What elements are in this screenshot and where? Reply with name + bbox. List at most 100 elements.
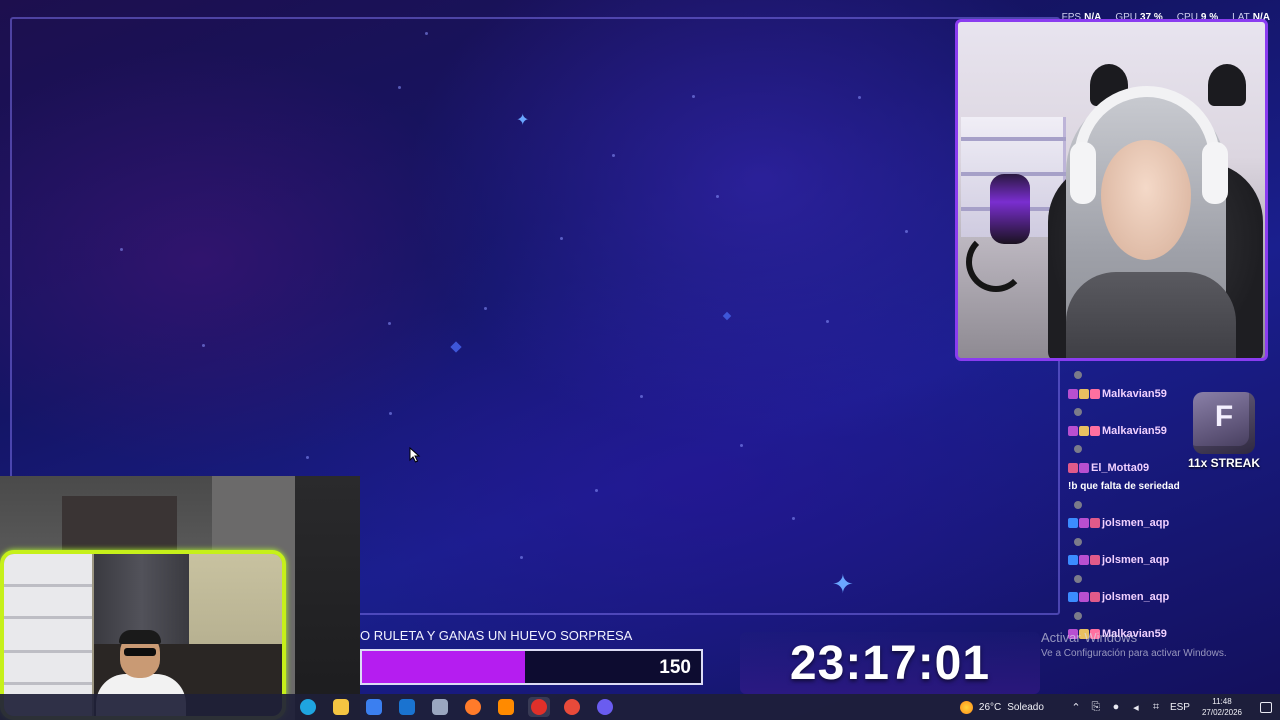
photos-icon[interactable]: [429, 697, 451, 717]
clock[interactable]: 11:48 27/02/2026: [1202, 696, 1242, 718]
weather-widget[interactable]: 26°C Soleado: [959, 700, 1044, 714]
chat-username: Malkavian59: [1102, 424, 1167, 437]
streak-widget: F 11x STREAK: [1186, 392, 1262, 470]
streak-label: 11x STREAK: [1187, 456, 1261, 470]
chat-message: !b que falta de seriedad: [1068, 480, 1180, 492]
taskbar-apps: [297, 697, 616, 717]
watermark-title: Activar Windows: [1041, 630, 1138, 645]
chat-username-line: jolsmen_aqp: [1068, 551, 1208, 570]
star: [858, 96, 861, 99]
sparkle-icon: ✦: [832, 569, 854, 599]
store-icon-glyph: [366, 699, 382, 715]
badge-icon: [1079, 388, 1089, 399]
language-indicator[interactable]: ESP: [1170, 702, 1190, 713]
chat-badges: [1068, 462, 1089, 473]
star: [640, 395, 643, 398]
chat-badges: [1068, 592, 1100, 603]
star: [389, 412, 392, 415]
chat-username: jolsmen_aqp: [1102, 517, 1170, 530]
sunglasses: [124, 648, 156, 656]
chat-badges: [1068, 388, 1100, 399]
vlc-icon[interactable]: [495, 697, 517, 717]
badge-icon: [1079, 518, 1089, 529]
badge-icon: [1079, 592, 1089, 603]
notification-icon[interactable]: [1260, 701, 1272, 713]
star: [202, 344, 205, 347]
star: [595, 489, 598, 492]
goal-progress-bar: 150: [360, 649, 703, 685]
weather-condition: Soleado: [1007, 701, 1044, 713]
badge-icon: [1090, 555, 1100, 566]
chat-username: jolsmen_aqp: [1102, 591, 1170, 604]
windows-taskbar: 26°C Soleado ⌃ ⎘ ● ◂ ⌗ ESP 11:48 27/02/2…: [0, 694, 1280, 720]
star: [306, 456, 309, 459]
chat-avatar: [1068, 496, 1208, 515]
badge-icon: [1068, 462, 1078, 473]
star: [716, 195, 719, 198]
badge-icon: [1068, 388, 1078, 399]
badge-icon: [1090, 388, 1100, 399]
chevron-up-icon[interactable]: ⌃: [1070, 701, 1082, 714]
clock-time: 11:48: [1212, 697, 1232, 706]
chat-username-line: jolsmen_aqp: [1068, 588, 1208, 607]
badge-icon: [1068, 425, 1078, 436]
headphone-cup: [1070, 142, 1096, 204]
streamer-shirt: [1066, 272, 1236, 358]
chat-avatar: [1068, 570, 1208, 589]
network-icon[interactable]: ⌗: [1150, 701, 1162, 714]
star: [560, 237, 563, 240]
star: [388, 322, 391, 325]
vlc-icon-glyph: [498, 699, 514, 715]
badge-icon: [1090, 425, 1100, 436]
store-icon[interactable]: [363, 697, 385, 717]
room-curtain: [295, 476, 360, 720]
badge-icon: [1090, 592, 1100, 603]
photos-icon-glyph: [432, 699, 448, 715]
discord-icon[interactable]: [594, 697, 616, 717]
star: [120, 248, 123, 251]
chrome-icon[interactable]: [561, 697, 583, 717]
goal-value: 150: [659, 657, 691, 678]
star: [484, 307, 487, 310]
star: [398, 86, 401, 89]
chat-badges: [1068, 425, 1100, 436]
activate-windows-watermark: Activar Windows Ve a Configuración para …: [1041, 630, 1227, 659]
chat-badges: [1068, 518, 1100, 529]
firefox-icon[interactable]: [462, 697, 484, 717]
badge-icon: [1068, 518, 1078, 529]
weather-temp: 26°C: [978, 701, 1002, 713]
cat-ear: [1208, 64, 1246, 106]
system-tray: 26°C Soleado ⌃ ⎘ ● ◂ ⌗ ESP 11:48 27/02/2…: [959, 694, 1272, 720]
streamer-webcam: [955, 19, 1268, 361]
chat-username: El_Motta09: [1091, 461, 1150, 474]
chat-avatar: [1068, 607, 1208, 626]
donation-goal: O RULETA Y GANAS UN HUEVO SORPRESA 150: [360, 626, 705, 685]
badge-icon: [1079, 555, 1089, 566]
star: [905, 230, 908, 233]
badge-icon: [1090, 518, 1100, 529]
microphone-icon[interactable]: ●: [1110, 701, 1122, 713]
volume-icon[interactable]: ◂: [1130, 701, 1142, 714]
star: [826, 320, 829, 323]
discord-icon-glyph: [597, 699, 613, 715]
badge-icon: [1068, 592, 1078, 603]
badge-icon: [1079, 462, 1089, 473]
file-explorer-icon[interactable]: [330, 697, 352, 717]
goal-progress-fill: [362, 651, 525, 683]
obs-record-icon[interactable]: [528, 697, 550, 717]
outlook-icon[interactable]: [396, 697, 418, 717]
outlook-icon-glyph: [399, 699, 415, 715]
badge-icon: [1068, 555, 1078, 566]
badge-icon: [1079, 425, 1089, 436]
timer-value: 23:17:01: [789, 636, 991, 690]
clock-date: 27/02/2026: [1201, 708, 1242, 717]
chrome-icon-glyph: [564, 699, 580, 715]
chat-avatar: [1068, 533, 1208, 552]
chat-username: Malkavian59: [1102, 387, 1167, 400]
room-door: [62, 496, 177, 556]
edge-icon[interactable]: [297, 697, 319, 717]
watermark-subtitle: Ve a Configuración para activar Windows.: [1041, 648, 1227, 659]
usb-icon[interactable]: ⎘: [1090, 701, 1102, 714]
sun-icon: [959, 700, 973, 714]
edge-icon-glyph: [300, 699, 316, 715]
